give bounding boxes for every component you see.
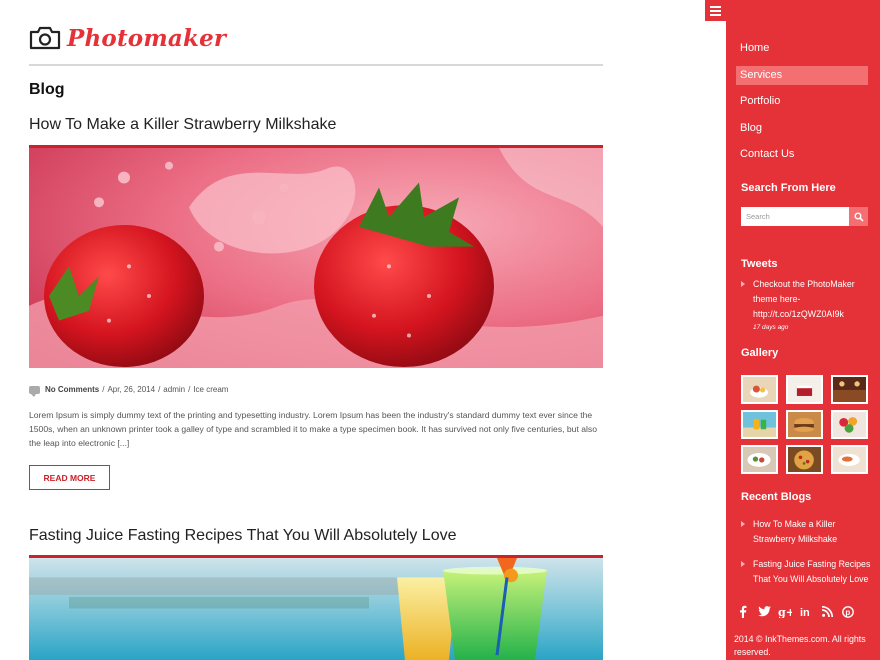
recent-blog-title: How To Make a Killer xyxy=(753,519,836,529)
nav-item-blog[interactable]: Blog xyxy=(736,119,868,138)
gallery-thumb[interactable] xyxy=(831,375,868,404)
pinterest-icon[interactable]: p xyxy=(841,604,855,619)
beach-drinks-photo-icon xyxy=(743,412,776,437)
facebook-icon[interactable] xyxy=(736,604,750,619)
post-title-link[interactable]: Fasting Juice Fasting Recipes That You W… xyxy=(29,527,457,545)
copyright-line: 2014 © InkThemes.com. All rights xyxy=(734,634,866,644)
social-links: g+ in p xyxy=(736,604,855,619)
read-more-button[interactable]: READ MORE xyxy=(29,465,110,490)
bullet-arrow-icon xyxy=(741,521,745,527)
copyright-text: 2014 © InkThemes.com. All rights reserve… xyxy=(734,633,874,659)
search-button[interactable] xyxy=(849,207,868,226)
comments-link[interactable]: No Comments xyxy=(45,385,99,394)
juice-drinks-photo xyxy=(29,558,603,660)
linkedin-glyph: in xyxy=(800,607,810,618)
menu-line xyxy=(710,5,721,8)
post-title-link[interactable]: How To Make a Killer Strawberry Milkshak… xyxy=(29,116,336,134)
recent-blog-link[interactable]: Fasting Juice Fasting Recipes That You W… xyxy=(741,557,873,587)
pinterest-glyph: p xyxy=(842,605,854,618)
recent-blog-title: Fasting Juice Fasting Recipes xyxy=(753,559,871,569)
main-content: Photomaker Blog How To Make a Killer Str… xyxy=(29,0,603,660)
pizza-photo-icon xyxy=(788,447,821,472)
nav-item-services[interactable]: Services xyxy=(736,66,868,85)
svg-text:g+: g+ xyxy=(778,606,792,618)
google-plus-icon[interactable]: g+ xyxy=(778,604,792,619)
gallery-thumb[interactable] xyxy=(831,410,868,439)
salad-photo-icon xyxy=(743,447,776,472)
search-heading: Search From Here xyxy=(741,182,836,194)
gallery-grid xyxy=(741,375,869,474)
gallery-thumb[interactable] xyxy=(786,445,823,474)
seafood-photo-icon xyxy=(833,447,866,472)
post-author[interactable]: admin xyxy=(163,385,185,394)
post-category[interactable]: Ice cream xyxy=(193,385,228,394)
post-featured-image[interactable] xyxy=(29,555,603,660)
menu-line xyxy=(710,9,721,12)
recent-blog-title: Strawberry Milkshake xyxy=(753,534,838,544)
linkedin-icon[interactable]: in xyxy=(799,604,813,619)
brand-name: Photomaker xyxy=(67,24,227,52)
gallery-thumb[interactable] xyxy=(831,445,868,474)
meta-separator: / xyxy=(158,385,161,394)
facebook-glyph xyxy=(740,605,747,618)
search-icon xyxy=(854,212,864,222)
gallery-thumb[interactable] xyxy=(786,375,823,404)
nav-item-contact[interactable]: Contact Us xyxy=(736,145,868,164)
dessert-photo-icon xyxy=(743,377,776,402)
twitter-icon[interactable] xyxy=(757,604,771,619)
site-logo[interactable]: Photomaker xyxy=(29,24,226,52)
header-divider xyxy=(29,64,603,66)
page-title: Blog xyxy=(29,81,65,98)
meta-separator: / xyxy=(102,385,105,394)
tweet-item: Checkout the PhotoMaker theme here- http… xyxy=(741,277,871,334)
tweet-link[interactable]: http://t.co/1zQWZ0AI9k xyxy=(741,307,871,322)
sidebar: Home Services Portfolio Blog Contact Us … xyxy=(726,0,880,660)
tweets-heading: Tweets xyxy=(741,258,778,270)
svg-text:in: in xyxy=(800,607,810,618)
nav-item-portfolio[interactable]: Portfolio xyxy=(736,92,868,111)
rss-icon[interactable] xyxy=(820,604,834,619)
post-featured-image[interactable] xyxy=(29,145,603,368)
cake-photo-icon xyxy=(788,377,821,402)
gallery-thumb[interactable] xyxy=(741,375,778,404)
tweet-line: Checkout the PhotoMaker xyxy=(753,279,855,289)
comment-icon xyxy=(29,385,40,397)
recent-blog-link[interactable]: How To Make a Killer Strawberry Milkshak… xyxy=(741,517,873,547)
strawberry-milkshake-photo xyxy=(29,148,603,368)
fruit-bowl-photo-icon xyxy=(833,412,866,437)
nav-item-home[interactable]: Home xyxy=(736,39,868,58)
recent-blogs-heading: Recent Blogs xyxy=(741,491,812,503)
recent-blog-title: That You Will Absolutely Love xyxy=(753,574,869,584)
gallery-thumb[interactable] xyxy=(741,445,778,474)
rss-glyph xyxy=(821,606,833,617)
post-excerpt: Lorem Ipsum is simply dummy text of the … xyxy=(29,410,597,448)
tweet-line: theme here- xyxy=(753,294,801,304)
gallery-heading: Gallery xyxy=(741,347,779,359)
post-meta: No Comments / Apr, 26, 2014 / admin / Ic… xyxy=(29,385,228,397)
camera-icon xyxy=(29,26,61,50)
burger-photo-icon xyxy=(788,412,821,437)
gallery-thumb[interactable] xyxy=(741,410,778,439)
hamburger-menu-icon[interactable] xyxy=(705,0,726,21)
search-form xyxy=(741,207,868,226)
bullet-arrow-icon xyxy=(741,281,745,287)
menu-line xyxy=(710,13,721,16)
copyright-line: reserved. xyxy=(734,647,771,657)
tweet-time: 17 days ago xyxy=(753,324,789,331)
google-plus-glyph: g+ xyxy=(778,606,792,618)
meta-separator: / xyxy=(188,385,191,394)
svg-text:p: p xyxy=(845,608,850,617)
restaurant-photo-icon xyxy=(833,377,866,402)
post-date: Apr, 26, 2014 xyxy=(107,385,156,394)
gallery-thumb[interactable] xyxy=(786,410,823,439)
search-input[interactable] xyxy=(741,207,849,226)
twitter-glyph xyxy=(757,606,771,617)
bullet-arrow-icon xyxy=(741,561,745,567)
